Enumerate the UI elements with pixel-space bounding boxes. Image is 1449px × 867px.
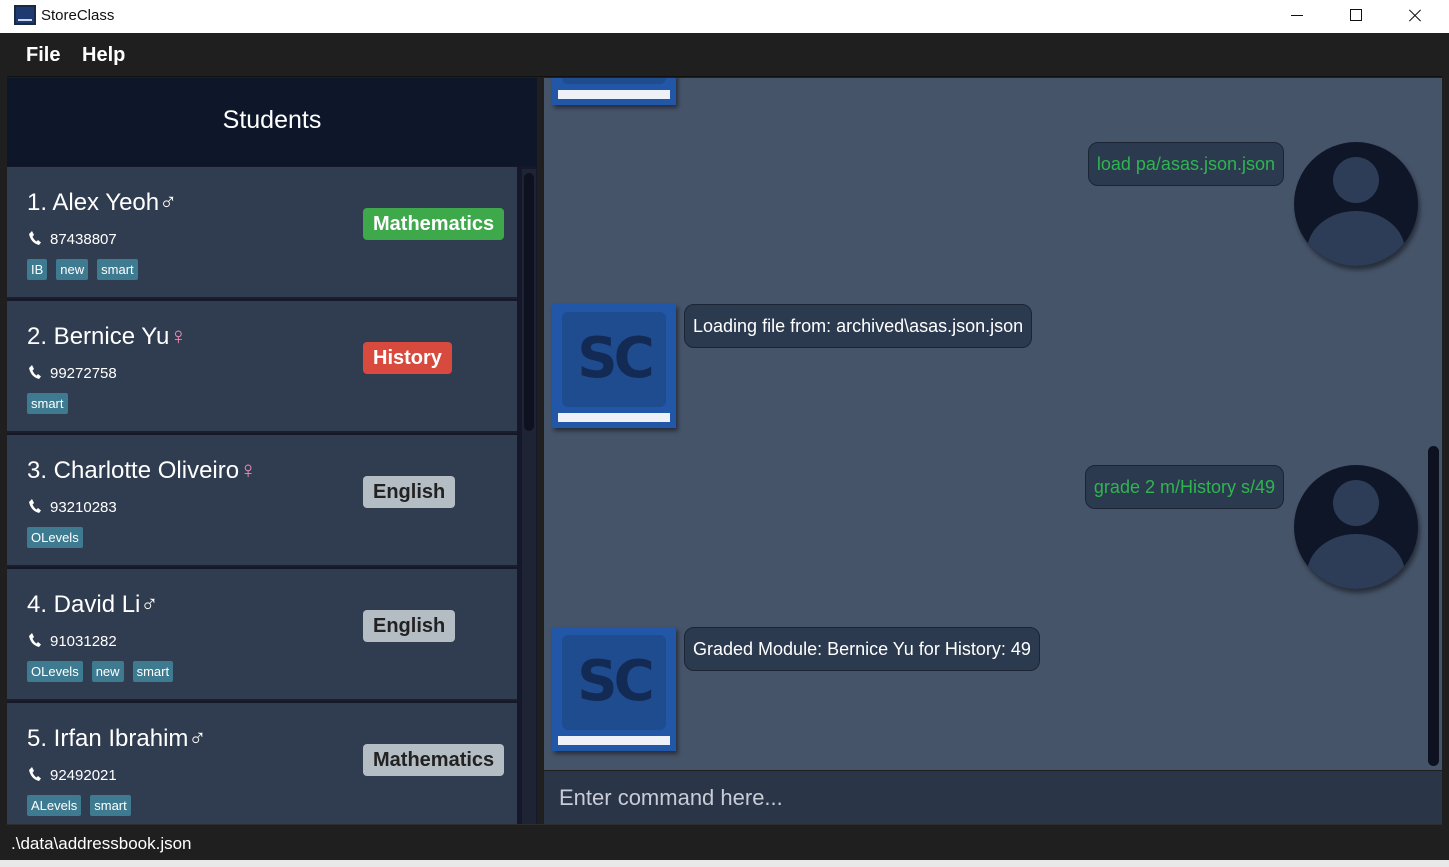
tag-list: ALevels smart — [27, 795, 131, 816]
students-title: Students — [222, 106, 322, 134]
student-list[interactable]: 1. Alex Yeoh♂ 87438807 IB new smart Mathem… — [7, 167, 519, 824]
tag-chip: OLevels — [27, 527, 83, 548]
tag-list: OLevels new smart — [27, 661, 174, 682]
student-phone: 92492021 — [50, 767, 117, 784]
app-window: StoreClass File Help Students 1. Alex Ye… — [0, 0, 1449, 867]
tag-chip: new — [91, 661, 124, 682]
student-name-text: 5. Irfan Ibrahim — [27, 725, 189, 752]
student-name: 2. Bernice Yu♀ — [27, 323, 187, 351]
command-input[interactable] — [544, 771, 1442, 824]
student-card[interactable]: 5. Irfan Ibrahim♂ 92492021 ALevels smart … — [7, 703, 517, 824]
bot-avatar: SC — [552, 304, 676, 428]
module-badge: Mathematics — [363, 744, 505, 776]
scrollbar-thumb[interactable] — [524, 173, 534, 431]
phone-icon — [29, 767, 41, 781]
bot-message-bubble: Graded Module: Bernice Yu for History: 4… — [684, 627, 1040, 671]
tag-chip: smart — [27, 393, 68, 414]
phone-icon — [29, 499, 41, 513]
menu-bar: File Help — [7, 34, 1442, 77]
student-name-text: 3. Charlotte Oliveiro — [27, 457, 240, 484]
module-badge: Mathematics — [363, 208, 505, 240]
tag-chip: smart — [97, 259, 138, 280]
tag-chip: smart — [90, 795, 131, 816]
tag-chip: new — [56, 259, 89, 280]
bot-message-bubble: Loading file from: archived\asas.json.js… — [684, 304, 1033, 348]
student-card[interactable]: 2. Bernice Yu♀ 99272758 smart History — [7, 301, 517, 433]
close-button[interactable] — [1384, 0, 1442, 33]
student-name-text: 2. Bernice Yu — [27, 323, 170, 350]
phone-icon — [29, 365, 41, 379]
gender-symbol: ♀ — [169, 323, 188, 350]
phone-icon — [29, 231, 41, 245]
menu-help[interactable]: Help — [82, 44, 125, 67]
student-name: 4. David Li♂ — [27, 591, 158, 619]
students-header: Students — [7, 78, 537, 166]
desktop-strip — [0, 860, 1449, 867]
user-avatar — [1294, 142, 1418, 266]
tag-chip: smart — [132, 661, 174, 682]
gender-symbol: ♂ — [159, 189, 178, 216]
window-title: StoreClass — [41, 7, 115, 24]
student-phone: 87438807 — [50, 231, 117, 248]
chat-scrollbar[interactable] — [1428, 78, 1442, 770]
tag-list: IB new smart — [27, 259, 138, 280]
student-card[interactable]: 4. David Li♂ 91031282 OLevels new smart En… — [7, 569, 517, 701]
student-name-text: 4. David Li — [27, 591, 141, 618]
student-name: 5. Irfan Ibrahim♂ — [27, 725, 206, 753]
minimize-button[interactable] — [1268, 0, 1326, 33]
gender-symbol: ♂ — [140, 591, 159, 618]
students-panel: Students 1. Alex Yeoh♂ 87438807 IB new sma… — [7, 78, 537, 824]
tag-list: smart — [27, 393, 68, 414]
student-name-text: 1. Alex Yeoh — [27, 189, 160, 216]
bot-avatar: SC — [552, 78, 676, 105]
menu-file[interactable]: File — [26, 44, 60, 67]
tag-chip: OLevels — [27, 661, 83, 682]
status-bar: .\data\addressbook.json — [7, 824, 1442, 860]
module-badge: English — [363, 476, 456, 508]
student-name: 1. Alex Yeoh♂ — [27, 189, 177, 217]
gender-symbol: ♀ — [239, 457, 258, 484]
user-avatar — [1294, 465, 1418, 589]
student-card[interactable]: 1. Alex Yeoh♂ 87438807 IB new smart Mathem… — [7, 167, 517, 299]
scrollbar-thumb[interactable] — [1428, 446, 1439, 766]
title-bar: StoreClass — [0, 0, 1449, 33]
bot-avatar: SC — [552, 627, 676, 751]
app-icon — [14, 5, 36, 25]
student-list-scrollbar[interactable] — [522, 169, 536, 824]
student-phone: 91031282 — [50, 633, 117, 650]
data-file-path: .\data\addressbook.json — [11, 834, 192, 853]
gender-symbol: ♂ — [188, 725, 207, 752]
maximize-button[interactable] — [1326, 0, 1384, 33]
tag-list: OLevels — [27, 527, 83, 548]
student-name: 3. Charlotte Oliveiro♀ — [27, 457, 257, 485]
user-message-bubble: load pa/asas.json.json — [1087, 142, 1284, 186]
user-message-bubble: grade 2 m/History s/49 — [1084, 465, 1284, 509]
command-box — [544, 771, 1442, 824]
module-badge: English — [363, 610, 456, 642]
student-phone: 93210283 — [50, 499, 117, 516]
module-badge: History — [363, 342, 452, 374]
chat-panel: SC load pa/asas.json.json SC Loading fil… — [544, 78, 1442, 770]
tag-chip: IB — [27, 259, 48, 280]
phone-icon — [29, 633, 41, 647]
student-card[interactable]: 3. Charlotte Oliveiro♀ 93210283 OLevels … — [7, 435, 517, 567]
student-phone: 99272758 — [50, 365, 117, 382]
tag-chip: ALevels — [27, 795, 82, 816]
